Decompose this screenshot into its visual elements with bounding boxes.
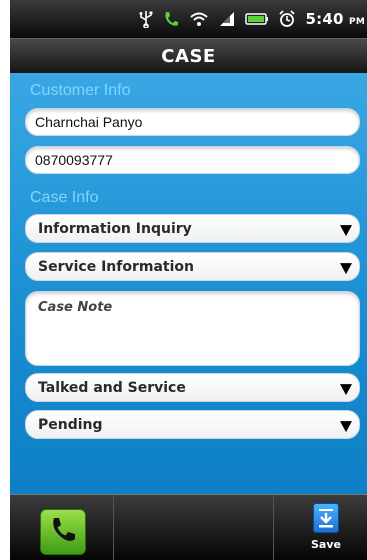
case-status-value: Pending xyxy=(38,416,103,433)
phone-handset-icon xyxy=(47,514,79,550)
phone-call-icon xyxy=(162,10,180,28)
usb-icon xyxy=(139,10,153,28)
case-form: Customer Info Charnchai Panyo 0870093777… xyxy=(10,73,367,494)
case-info-label: Case Info xyxy=(30,189,99,206)
case-type-dropdown[interactable]: Information Inquiry xyxy=(25,214,360,243)
customer-name-value: Charnchai Panyo xyxy=(35,114,143,130)
battery-icon xyxy=(245,12,269,26)
bottom-action-bar: Save xyxy=(10,494,367,560)
download-save-icon xyxy=(313,503,339,533)
customer-phone-field[interactable]: 0870093777 xyxy=(25,146,360,174)
wifi-icon xyxy=(189,11,209,27)
customer-phone-value: 0870093777 xyxy=(35,152,113,168)
save-button[interactable]: Save xyxy=(306,503,346,557)
save-label: Save xyxy=(311,538,341,551)
case-note-placeholder: Case Note xyxy=(38,300,113,315)
customer-info-label: Customer Info xyxy=(30,82,131,99)
divider xyxy=(273,495,274,560)
title-bar: CASE xyxy=(10,38,367,73)
divider xyxy=(113,495,114,560)
dropdown-arrow-icon xyxy=(340,262,352,274)
case-note-textarea[interactable]: Case Note xyxy=(25,291,360,366)
call-button[interactable] xyxy=(40,509,86,555)
action-taken-value: Talked and Service xyxy=(38,379,186,396)
action-taken-dropdown[interactable]: Talked and Service xyxy=(25,373,360,402)
dropdown-arrow-icon xyxy=(340,224,352,236)
dropdown-arrow-icon xyxy=(340,420,352,432)
app-screen: 5:40 PM CASE Customer Info Charnchai Pan… xyxy=(10,0,367,560)
case-status-dropdown[interactable]: Pending xyxy=(25,410,360,439)
dropdown-arrow-icon xyxy=(340,383,352,395)
page-title: CASE xyxy=(161,45,216,67)
case-category-value: Service Information xyxy=(38,258,194,275)
clock-time: 5:40 PM xyxy=(305,10,365,28)
status-bar: 5:40 PM xyxy=(10,0,367,38)
case-category-dropdown[interactable]: Service Information xyxy=(25,252,360,281)
customer-name-field[interactable]: Charnchai Panyo xyxy=(25,108,360,136)
case-type-value: Information Inquiry xyxy=(38,220,192,237)
alarm-icon xyxy=(278,10,296,28)
signal-icon xyxy=(218,10,236,28)
